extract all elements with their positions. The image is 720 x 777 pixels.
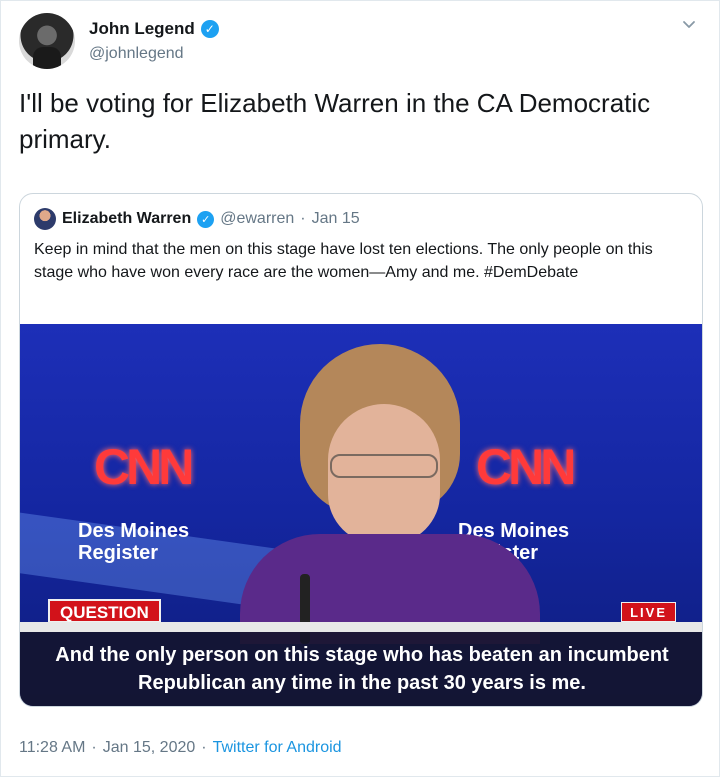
quoted-header: Elizabeth Warren ✓ @ewarren · Jan 15 — [34, 208, 360, 230]
verified-badge-icon: ✓ — [200, 20, 219, 38]
quoted-text: Keep in mind that the men on this stage … — [34, 241, 653, 281]
author-name-row: John Legend ✓ — [89, 19, 219, 39]
author-name[interactable]: John Legend — [89, 19, 195, 39]
separator-dot: · — [201, 739, 207, 756]
quoted-tweet[interactable]: Elizabeth Warren ✓ @ewarren · Jan 15 Kee… — [19, 193, 703, 707]
question-tag: QUESTION — [48, 599, 161, 623]
tweet-time[interactable]: 11:28 AM — [19, 739, 85, 757]
chevron-down-icon[interactable] — [681, 17, 697, 33]
speaker-glasses — [330, 454, 438, 478]
quoted-date[interactable]: Jan 15 — [312, 210, 360, 228]
sponsor-logo-left: Des Moines Register — [78, 520, 190, 564]
live-badge: LIVE — [621, 602, 676, 622]
quoted-avatar[interactable] — [34, 208, 56, 230]
quoted-author-handle[interactable]: @ewarren — [220, 210, 294, 228]
video-caption: And the only person on this stage who ha… — [20, 632, 702, 706]
cnn-logo-left: CNN — [94, 439, 194, 495]
avatar[interactable] — [19, 13, 75, 69]
separator-dot: · — [300, 210, 306, 227]
lower-third-bar — [20, 622, 702, 632]
tweet-date[interactable]: Jan 15, 2020 — [103, 739, 196, 757]
source-link[interactable]: Twitter for Android — [213, 739, 342, 757]
video-player[interactable]: CNN CNN Des Moines Register Des Moines R… — [20, 324, 702, 706]
tweet-text: I'll be voting for Elizabeth Warren in t… — [19, 88, 651, 154]
verified-badge-icon: ✓ — [197, 210, 215, 228]
author-handle[interactable]: @johnlegend — [89, 45, 184, 63]
speaker-figure — [230, 344, 540, 644]
quoted-author-name[interactable]: Elizabeth Warren — [62, 210, 191, 228]
tweet-meta: 11:28 AM · Jan 15, 2020 · Twitter for An… — [19, 739, 342, 757]
separator-dot: · — [91, 739, 97, 756]
tweet-card: John Legend ✓ @johnlegend I'll be voting… — [0, 0, 720, 777]
